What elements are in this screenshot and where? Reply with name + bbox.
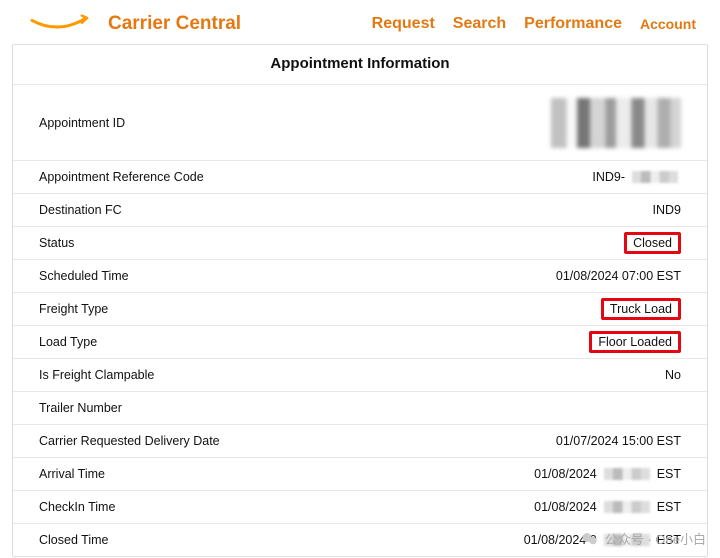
header: Carrier Central Request Search Performan…: [0, 0, 720, 44]
load-highlight: Floor Loaded: [589, 331, 681, 353]
label-trailer-number: Trailer Number: [39, 401, 122, 415]
value-freight-type: Truck Load: [601, 298, 681, 320]
nav-performance[interactable]: Performance: [524, 15, 622, 33]
label-load-type: Load Type: [39, 335, 97, 349]
label-checkin-time: CheckIn Time: [39, 500, 115, 514]
label-status: Status: [39, 236, 74, 250]
value-status: Closed: [624, 232, 681, 254]
row-destination-fc: Destination FC IND9: [13, 193, 707, 226]
nav-request[interactable]: Request: [372, 15, 435, 33]
value-arrival-time: 01/08/2024 EST: [534, 467, 681, 481]
nav-search[interactable]: Search: [453, 15, 506, 33]
row-load-type: Load Type Floor Loaded: [13, 325, 707, 358]
amazon-swoosh-icon: [24, 12, 94, 36]
label-scheduled-time: Scheduled Time: [39, 269, 129, 283]
label-carrier-req-date: Carrier Requested Delivery Date: [39, 434, 220, 448]
row-clampable: Is Freight Clampable No: [13, 358, 707, 391]
row-freight-type: Freight Type Truck Load: [13, 292, 707, 325]
redacted-block: [632, 171, 678, 183]
value-appointment-id: [551, 98, 681, 148]
value-clampable: No: [665, 368, 681, 382]
row-carrier-req-date: Carrier Requested Delivery Date 01/07/20…: [13, 424, 707, 457]
redacted-block: [604, 468, 650, 480]
row-trailer-number: Trailer Number: [13, 391, 707, 424]
value-appointment-ref: IND9-: [592, 170, 681, 184]
top-nav: Request Search Performance Account: [372, 15, 696, 33]
brand-title: Carrier Central: [108, 13, 241, 35]
watermark: 公众号 · One小白: [581, 529, 706, 548]
label-clampable: Is Freight Clampable: [39, 368, 154, 382]
label-appointment-id: Appointment ID: [39, 116, 125, 130]
row-checkin-time: CheckIn Time 01/08/2024 EST: [13, 490, 707, 523]
value-checkin-time: 01/08/2024 EST: [534, 500, 681, 514]
checkin-date: 01/08/2024: [534, 500, 597, 514]
ref-prefix: IND9-: [592, 170, 625, 184]
value-load-type: Floor Loaded: [589, 331, 681, 353]
label-freight-type: Freight Type: [39, 302, 108, 316]
checkin-tz: EST: [657, 500, 681, 514]
appointment-panel: Appointment Information Appointment ID A…: [12, 44, 708, 557]
row-arrival-time: Arrival Time 01/08/2024 EST: [13, 457, 707, 490]
watermark-text: 公众号 · One小白: [605, 529, 706, 548]
arrival-date: 01/08/2024: [534, 467, 597, 481]
label-closed-time: Closed Time: [39, 533, 108, 547]
arrival-tz: EST: [657, 467, 681, 481]
label-destination-fc: Destination FC: [39, 203, 122, 217]
value-scheduled-time: 01/08/2024 07:00 EST: [556, 269, 681, 283]
value-destination-fc: IND9: [653, 203, 681, 217]
row-appointment-ref: Appointment Reference Code IND9-: [13, 160, 707, 193]
row-scheduled-time: Scheduled Time 01/08/2024 07:00 EST: [13, 259, 707, 292]
nav-account[interactable]: Account: [640, 16, 696, 32]
status-highlight: Closed: [624, 232, 681, 254]
redacted-block: [604, 501, 650, 513]
value-carrier-req-date: 01/07/2024 15:00 EST: [556, 434, 681, 448]
row-appointment-id: Appointment ID: [13, 84, 707, 160]
panel-title: Appointment Information: [13, 45, 707, 84]
wechat-icon: [581, 530, 599, 548]
label-arrival-time: Arrival Time: [39, 467, 105, 481]
freight-highlight: Truck Load: [601, 298, 681, 320]
label-appointment-ref: Appointment Reference Code: [39, 170, 204, 184]
row-status: Status Closed: [13, 226, 707, 259]
redacted-block: [551, 98, 681, 148]
